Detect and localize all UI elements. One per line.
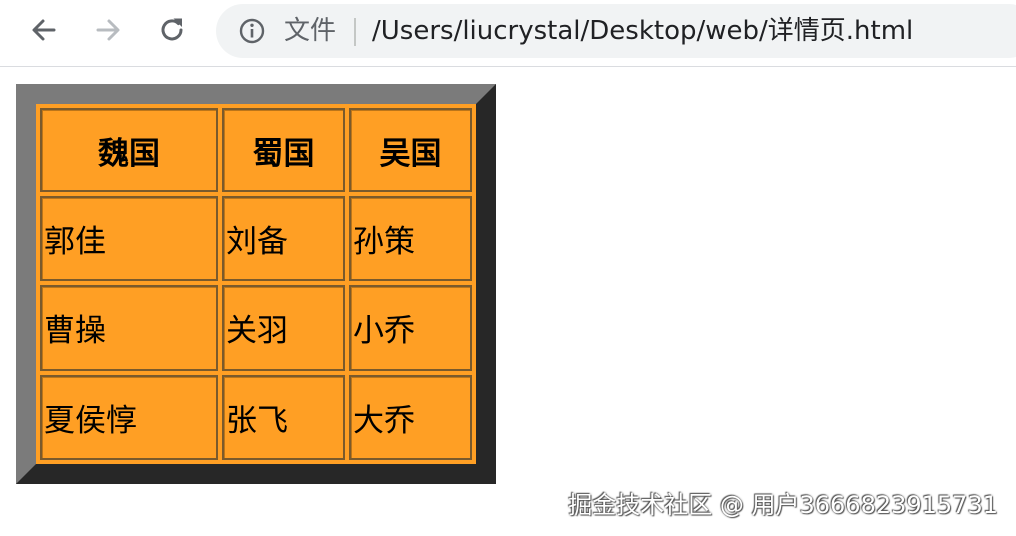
table-cell: 刘备 bbox=[222, 196, 345, 282]
table-row: 郭佳 刘备 孙策 bbox=[40, 196, 472, 282]
arrow-right-icon bbox=[96, 19, 120, 41]
scheme-label: 文件 bbox=[284, 16, 337, 46]
url-text[interactable]: /Users/liucrystal/Desktop/web/详情页.html bbox=[372, 16, 913, 46]
table-cell: 小乔 bbox=[349, 285, 472, 371]
table-row: 曹操 关羽 小乔 bbox=[40, 285, 472, 371]
header-cell-shu: 蜀国 bbox=[222, 108, 345, 192]
reload-button[interactable] bbox=[154, 12, 190, 48]
forward-button[interactable] bbox=[90, 12, 126, 48]
browser-toolbar: 文件 /Users/liucrystal/Desktop/web/详情页.htm… bbox=[0, 0, 1016, 67]
header-cell-wu: 吴国 bbox=[349, 108, 472, 192]
table-cell: 曹操 bbox=[40, 285, 218, 371]
arrow-left-icon bbox=[32, 19, 56, 41]
table-cell: 孙策 bbox=[349, 196, 472, 282]
table-cell: 夏侯惇 bbox=[40, 374, 218, 460]
table-cell: 关羽 bbox=[222, 285, 345, 371]
kingdoms-table: 魏国 蜀国 吴国 郭佳 刘备 孙策 曹操 关羽 小乔 夏侯惇 张飞 大乔 bbox=[36, 104, 476, 464]
address-bar[interactable]: 文件 /Users/liucrystal/Desktop/web/详情页.htm… bbox=[216, 4, 1016, 58]
table-row: 夏侯惇 张飞 大乔 bbox=[40, 374, 472, 460]
omnibox-divider bbox=[354, 18, 356, 46]
watermark: 掘金技术社区 @ 用户3666823915731 bbox=[568, 491, 998, 519]
header-cell-wei: 魏国 bbox=[40, 108, 218, 192]
info-icon[interactable] bbox=[238, 17, 266, 45]
kingdoms-table-frame: 魏国 蜀国 吴国 郭佳 刘备 孙策 曹操 关羽 小乔 夏侯惇 张飞 大乔 bbox=[16, 84, 496, 484]
table-cell: 郭佳 bbox=[40, 196, 218, 282]
back-button[interactable] bbox=[26, 12, 62, 48]
table-cell: 张飞 bbox=[222, 374, 345, 460]
reload-icon bbox=[161, 18, 183, 41]
table-cell: 大乔 bbox=[349, 374, 472, 460]
table-header-row: 魏国 蜀国 吴国 bbox=[40, 108, 472, 192]
